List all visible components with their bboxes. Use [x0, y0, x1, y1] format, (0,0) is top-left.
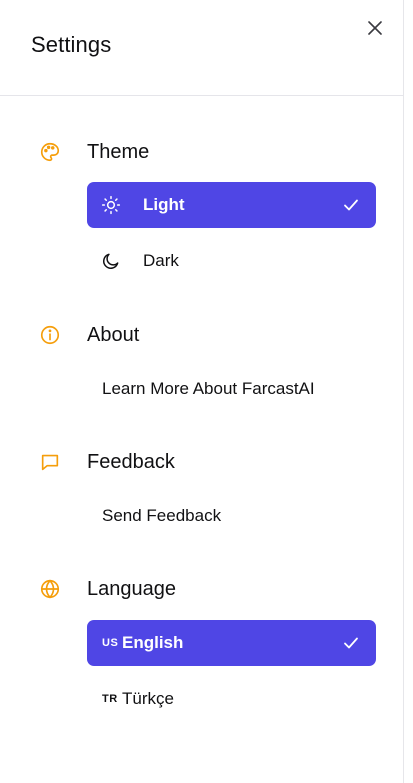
language-section-header: Language: [38, 576, 176, 602]
language-option-label: Türkçe: [122, 689, 174, 708]
theme-option-label: Light: [143, 195, 185, 214]
flag-tr-icon: TR: [102, 693, 118, 705]
language-option-label: English: [122, 633, 184, 652]
theme-section-header: Theme: [38, 139, 149, 165]
learn-more-link[interactable]: Learn More About FarcastAI: [87, 369, 376, 409]
language-option-turkish[interactable]: TR Türkçe: [87, 676, 376, 722]
sun-icon: [100, 194, 122, 216]
close-icon: [368, 21, 382, 35]
language-option-english[interactable]: US English: [87, 620, 376, 666]
close-button[interactable]: [365, 18, 385, 38]
send-feedback-link[interactable]: Send Feedback: [87, 496, 376, 536]
check-icon: [342, 634, 360, 652]
learn-more-label: Learn More About FarcastAI: [102, 379, 315, 398]
feedback-section-header: Feedback: [38, 449, 175, 475]
palette-icon: [38, 140, 62, 164]
language-section-title: Language: [87, 577, 176, 600]
theme-option-light[interactable]: Light: [87, 182, 376, 228]
check-icon: [342, 196, 360, 214]
theme-section-title: Theme: [87, 140, 150, 163]
feedback-section-title: Feedback: [87, 450, 175, 473]
theme-option-dark[interactable]: Dark: [87, 238, 376, 284]
moon-icon: [100, 250, 122, 272]
flag-us-icon: US: [102, 637, 119, 649]
info-icon: [38, 323, 62, 347]
settings-panel: Settings Theme Light Dark About Learn Mo…: [0, 0, 404, 783]
theme-option-label: Dark: [143, 251, 179, 270]
about-section-header: About: [38, 322, 139, 348]
page-title: Settings: [31, 32, 112, 57]
send-feedback-label: Send Feedback: [102, 506, 222, 525]
settings-header: Settings: [0, 0, 404, 96]
globe-icon: [38, 577, 62, 601]
message-icon: [38, 450, 62, 474]
about-section-title: About: [87, 323, 140, 346]
